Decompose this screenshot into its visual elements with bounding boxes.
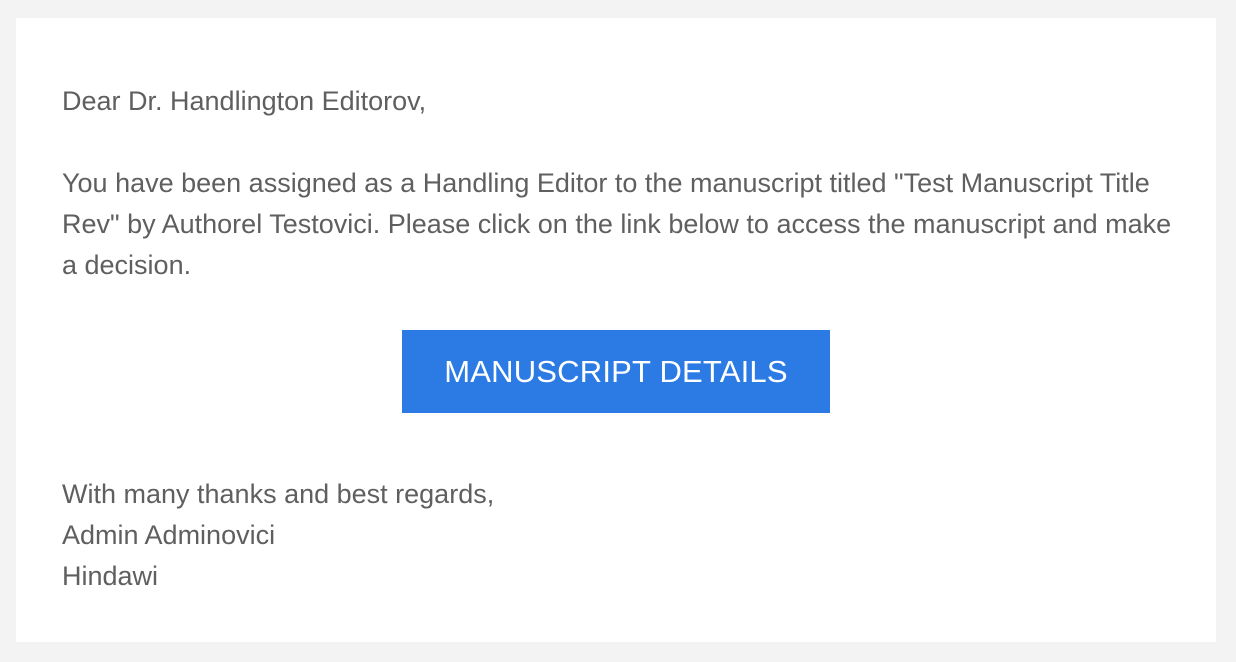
email-signature: With many thanks and best regards, Admin… — [62, 474, 494, 597]
sender-name: Admin Adminovici — [62, 520, 276, 550]
email-greeting: Dear Dr. Handlington Editorov, — [62, 86, 427, 116]
email-body: You have been assigned as a Handling Edi… — [62, 168, 1172, 280]
manuscript-details-button[interactable]: MANUSCRIPT DETAILS — [402, 330, 830, 413]
email-card: Dear Dr. Handlington Editorov, You have … — [16, 18, 1216, 642]
email-closing: With many thanks and best regards, — [62, 479, 495, 509]
sender-organization: Hindawi — [62, 561, 159, 591]
